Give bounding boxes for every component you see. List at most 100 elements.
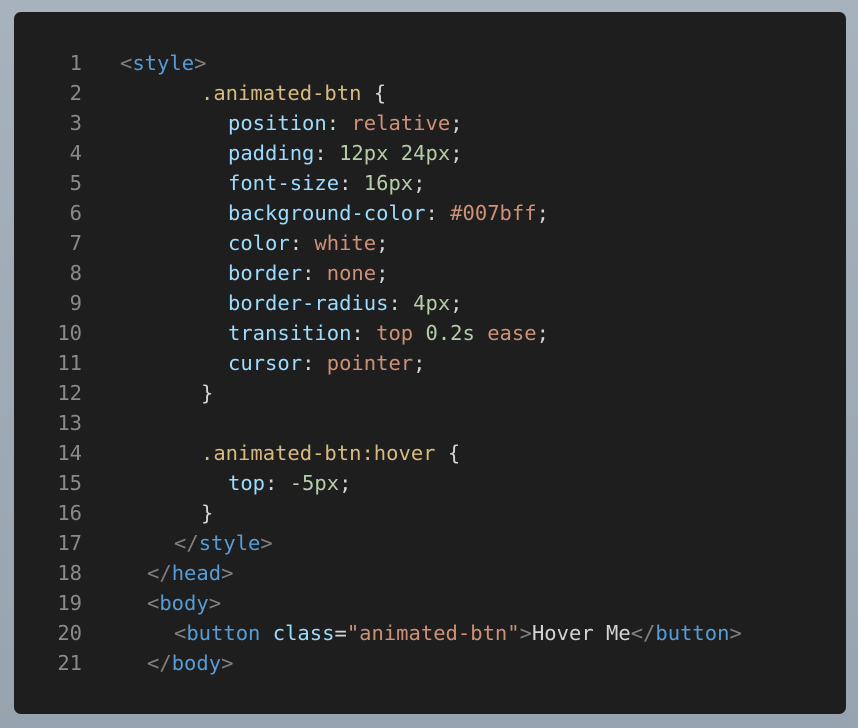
code-token: border-radius: [228, 291, 389, 315]
code-content: color: white;: [120, 228, 388, 258]
code-token: :: [314, 141, 340, 165]
code-token: 0.2s: [425, 321, 475, 345]
code-content: }: [120, 378, 213, 408]
code-token: top: [376, 321, 414, 345]
code-token: >: [208, 591, 222, 615]
code-token: :: [388, 291, 414, 315]
code-token: 4px: [413, 291, 451, 315]
code-token: ;: [450, 111, 463, 135]
code-content: }: [120, 498, 213, 528]
code-line: 20 <button class="animated-btn">Hover Me<…: [14, 618, 846, 648]
code-token: <: [174, 621, 187, 645]
code-token: </: [174, 531, 199, 555]
line-number: 7: [69, 231, 82, 255]
code-token: none: [326, 261, 377, 285]
code-line: 12}: [14, 378, 846, 408]
code-token: :: [289, 231, 315, 255]
line-number: 11: [57, 351, 82, 375]
code-token: :: [351, 321, 377, 345]
code-content: cursor: pointer;: [120, 348, 426, 378]
code-token: </: [147, 561, 172, 585]
code-token: >: [221, 651, 234, 675]
line-number: 5: [69, 171, 82, 195]
code-token: 12px 24px: [339, 141, 451, 165]
code-line: 4 padding: 12px 24px;: [14, 138, 846, 168]
code-token: style: [132, 51, 195, 75]
code-token: :: [265, 471, 290, 495]
code-token: </: [147, 651, 172, 675]
code-token: ease: [487, 321, 537, 345]
code-token: relative: [351, 111, 451, 135]
code-content: <button class="animated-btn">Hover Me</b…: [120, 618, 742, 648]
code-line: 17 </style>: [14, 528, 846, 558]
code-token: -5px: [289, 471, 340, 495]
line-number: 14: [57, 441, 82, 465]
code-content: top: -5px;: [120, 468, 351, 498]
code-token: .animated-btn: [201, 81, 362, 105]
code-editor-panel[interactable]: 1 <style> 2 .animated-btn {3 position: relat…: [14, 12, 846, 714]
line-number: 1: [69, 51, 82, 75]
code-token: :: [425, 201, 451, 225]
code-line: 21 </body>: [14, 648, 846, 678]
code-token: >: [194, 51, 207, 75]
code-token: >: [729, 621, 742, 645]
code-line: 5 font-size: 16px;: [14, 168, 846, 198]
code-content: </head>: [120, 558, 233, 588]
code-line: 6 background-color: #007bff;: [14, 198, 846, 228]
code-content: </body>: [120, 648, 233, 678]
code-content: background-color: #007bff;: [120, 198, 549, 228]
code-line: 14 .animated-btn:hover {: [14, 438, 846, 468]
code-token: white: [314, 231, 377, 255]
code-content: border-radius: 4px;: [120, 288, 463, 318]
code-token: }: [201, 501, 214, 525]
code-token: ;: [536, 201, 549, 225]
code-line: 15 top: -5px;: [14, 468, 846, 498]
code-token: >: [221, 561, 234, 585]
line-number: 21: [57, 651, 82, 675]
code-token: cursor: [228, 351, 303, 375]
code-line: 9 border-radius: 4px;: [14, 288, 846, 318]
code-line: 18 </head>: [14, 558, 846, 588]
code-token: transition: [228, 321, 352, 345]
code-token: ;: [450, 291, 463, 315]
code-token: ;: [413, 171, 426, 195]
line-number: 13: [57, 411, 82, 435]
code-token: "animated-btn": [346, 621, 520, 645]
line-number: 16: [57, 501, 82, 525]
code-content: <style>: [120, 48, 206, 78]
code-token: >: [260, 531, 273, 555]
code-token: class: [272, 621, 335, 645]
code-content: transition: top 0.2s ease;: [120, 318, 549, 348]
code-line: 2 .animated-btn {: [14, 78, 846, 108]
code-token: ;: [413, 351, 426, 375]
code-token: :: [302, 261, 327, 285]
code-line: 11 cursor: pointer;: [14, 348, 846, 378]
code-line: 7 color: white;: [14, 228, 846, 258]
line-number: 19: [57, 591, 82, 615]
code-content: </style>: [120, 528, 273, 558]
code-line: 13: [14, 408, 846, 438]
line-number: 17: [57, 531, 82, 555]
code-token: <: [147, 591, 160, 615]
code-token: body: [171, 651, 222, 675]
code-line: 19 <body>: [14, 588, 846, 618]
code-content: border: none;: [120, 258, 388, 288]
code-token: <: [120, 51, 133, 75]
code-token: :: [339, 171, 364, 195]
code-token: ;: [450, 141, 463, 165]
line-number: 8: [69, 261, 82, 285]
code-token: position: [228, 111, 327, 135]
code-token: ;: [376, 261, 389, 285]
code-token: font-size: [228, 171, 340, 195]
line-number: 6: [69, 201, 82, 225]
code-token: pointer: [326, 351, 414, 375]
code-token: Hover Me: [531, 621, 631, 645]
code-token: top: [228, 471, 266, 495]
code-token: >: [519, 621, 532, 645]
code-line: 8 border: none;: [14, 258, 846, 288]
code-token: padding: [228, 141, 315, 165]
code-line: 10 transition: top 0.2s ease;: [14, 318, 846, 348]
line-number: 15: [57, 471, 82, 495]
code-line: 3 position: relative;: [14, 108, 846, 138]
